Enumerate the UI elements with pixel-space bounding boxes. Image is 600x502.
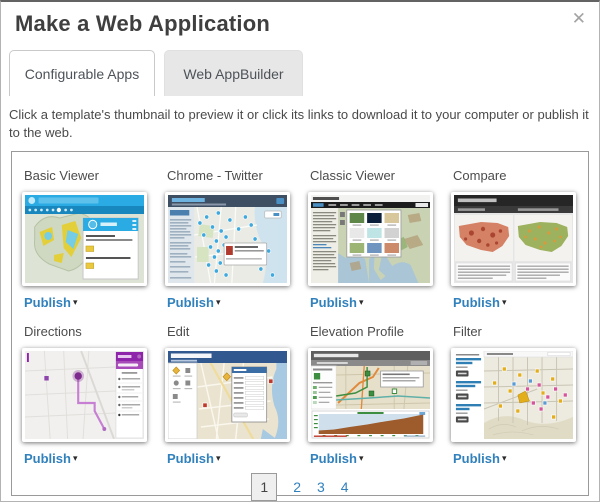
filter-thumbnail-image [454, 351, 573, 439]
template-title-edit: Edit [167, 324, 296, 339]
template-title-chrome-twitter: Chrome - Twitter [167, 168, 296, 183]
chrome-twitter-thumbnail[interactable] [165, 192, 290, 286]
template-card-basic-viewer: Basic Viewer [14, 156, 157, 312]
publish-label: Publish [24, 295, 71, 310]
template-title-basic-viewer: Basic Viewer [24, 168, 153, 183]
publish-dropdown-directions[interactable]: Publish▾ [24, 450, 153, 468]
tab-web-appbuilder[interactable]: Web AppBuilder [164, 50, 303, 96]
caret-down-icon: ▾ [359, 453, 364, 463]
template-card-chrome-twitter: Chrome - Twitter [157, 156, 300, 312]
template-title-elevation-profile: Elevation Profile [310, 324, 439, 339]
directions-thumbnail[interactable] [22, 348, 147, 442]
template-title-compare: Compare [453, 168, 582, 183]
caret-down-icon: ▾ [216, 453, 221, 463]
publish-label: Publish [453, 295, 500, 310]
template-card-edit: Edit [157, 312, 300, 468]
publish-label: Publish [167, 451, 214, 466]
template-card-filter: Filter [443, 312, 586, 468]
page-title: Make a Web Application [15, 11, 599, 37]
directions-thumbnail-image [25, 351, 144, 439]
chrome-twitter-thumbnail-image [168, 195, 287, 283]
caret-down-icon: ▾ [502, 297, 507, 307]
tab-configurable-apps[interactable]: Configurable Apps [9, 50, 155, 96]
pagination: 1 2 3 4 [14, 473, 586, 501]
template-grid: Basic Viewer [14, 156, 586, 468]
close-icon[interactable]: ✕ [572, 10, 586, 27]
basic-viewer-thumbnail-image [25, 195, 144, 283]
make-web-application-dialog: { "dialog": { "title": "Make a Web Appli… [0, 0, 600, 502]
template-gallery: Basic Viewer [11, 151, 589, 496]
caret-down-icon: ▾ [502, 453, 507, 463]
basic-viewer-thumbnail[interactable] [22, 192, 147, 286]
publish-dropdown-elevation-profile[interactable]: Publish▾ [310, 450, 439, 468]
edit-thumbnail[interactable] [165, 348, 290, 442]
publish-label: Publish [310, 295, 357, 310]
tab-bar: Configurable Apps Web AppBuilder [9, 50, 599, 96]
template-card-compare: Compare [443, 156, 586, 312]
description-text: Click a template's thumbnail to preview … [9, 106, 589, 142]
elevation-profile-thumbnail-image [311, 351, 430, 439]
edit-thumbnail-image [168, 351, 287, 439]
publish-dropdown-basic-viewer[interactable]: Publish▾ [24, 294, 153, 312]
template-title-directions: Directions [24, 324, 153, 339]
publish-dropdown-filter[interactable]: Publish▾ [453, 450, 582, 468]
template-title-classic-viewer: Classic Viewer [310, 168, 439, 183]
classic-viewer-thumbnail[interactable] [308, 192, 433, 286]
template-card-directions: Directions [14, 312, 157, 468]
page-4-link[interactable]: 4 [341, 479, 349, 495]
publish-label: Publish [453, 451, 500, 466]
compare-thumbnail[interactable] [451, 192, 576, 286]
publish-label: Publish [24, 451, 71, 466]
caret-down-icon: ▾ [359, 297, 364, 307]
classic-viewer-thumbnail-image [311, 195, 430, 283]
publish-dropdown-classic-viewer[interactable]: Publish▾ [310, 294, 439, 312]
filter-thumbnail[interactable] [451, 348, 576, 442]
template-card-classic-viewer: Classic Viewer [300, 156, 443, 312]
elevation-profile-thumbnail[interactable] [308, 348, 433, 442]
template-title-filter: Filter [453, 324, 582, 339]
publish-label: Publish [167, 295, 214, 310]
publish-label: Publish [310, 451, 357, 466]
caret-down-icon: ▾ [216, 297, 221, 307]
caret-down-icon: ▾ [73, 297, 78, 307]
publish-dropdown-chrome-twitter[interactable]: Publish▾ [167, 294, 296, 312]
publish-dropdown-compare[interactable]: Publish▾ [453, 294, 582, 312]
caret-down-icon: ▾ [73, 453, 78, 463]
publish-dropdown-edit[interactable]: Publish▾ [167, 450, 296, 468]
compare-thumbnail-image [454, 195, 573, 283]
page-1-current[interactable]: 1 [251, 473, 277, 501]
page-2-link[interactable]: 2 [293, 479, 301, 495]
template-card-elevation-profile: Elevation Profile [300, 312, 443, 468]
page-3-link[interactable]: 3 [317, 479, 325, 495]
